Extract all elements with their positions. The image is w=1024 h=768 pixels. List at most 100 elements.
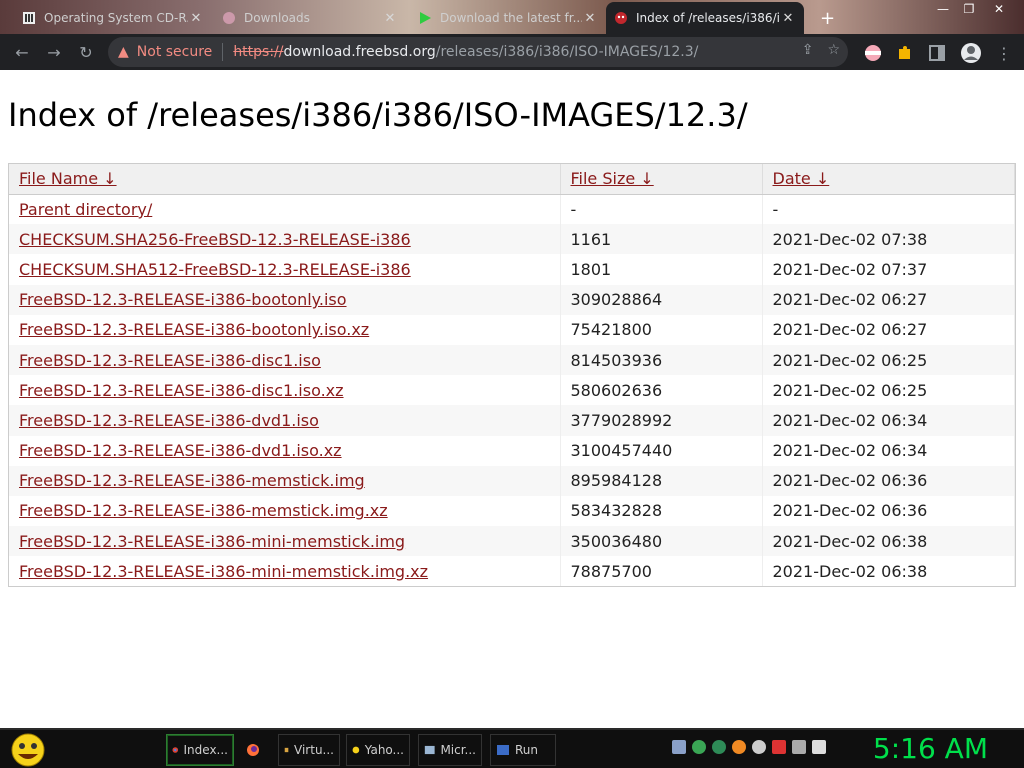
- file-link[interactable]: FreeBSD-12.3-RELEASE-i386-memstick.img.x…: [19, 501, 388, 520]
- file-date-cell: 2021-Dec-02 06:25: [762, 375, 1015, 406]
- sync-icon[interactable]: [712, 740, 726, 754]
- bookmark-star-icon[interactable]: ☆: [827, 42, 840, 58]
- task-firefox[interactable]: [240, 734, 272, 766]
- start-smiley-icon[interactable]: [8, 732, 48, 768]
- network-icon[interactable]: [672, 740, 686, 754]
- file-listing: File Name ↓ File Size ↓ Date ↓ Parent di…: [8, 163, 1016, 588]
- file-link[interactable]: FreeBSD-12.3-RELEASE-i386-dvd1.iso: [19, 411, 319, 430]
- file-date-cell: 2021-Dec-02 06:34: [762, 405, 1015, 436]
- table-row: FreeBSD-12.3-RELEASE-i386-mini-memstick.…: [9, 526, 1015, 557]
- flag-icon[interactable]: [772, 740, 786, 754]
- tab-operating-system[interactable]: Operating System CD-R... ✕: [14, 2, 212, 34]
- task-virtualbox[interactable]: Virtu...: [278, 734, 340, 766]
- table-row: FreeBSD-12.3-RELEASE-i386-bootonly.iso.x…: [9, 314, 1015, 345]
- file-name-cell: FreeBSD-12.3-RELEASE-i386-disc1.iso.xz: [9, 375, 561, 406]
- file-date-cell: 2021-Dec-02 06:38: [762, 526, 1015, 557]
- close-icon[interactable]: ✕: [582, 11, 598, 26]
- security-status[interactable]: Not secure: [137, 44, 213, 60]
- url-host: download.freebsd.org: [283, 44, 436, 60]
- file-link[interactable]: FreeBSD-12.3-RELEASE-i386-mini-memstick.…: [19, 532, 405, 551]
- tab-downloads[interactable]: Downloads ✕: [214, 2, 406, 34]
- freebsd-icon: [615, 12, 627, 24]
- reload-icon[interactable]: ↻: [70, 36, 102, 68]
- minimize-icon[interactable]: —: [930, 0, 956, 18]
- tab-label: Download the latest fr...: [440, 11, 582, 25]
- file-link[interactable]: FreeBSD-12.3-RELEASE-i386-disc1.iso.xz: [19, 381, 344, 400]
- menu-kebab-icon[interactable]: ⋮: [996, 44, 1012, 63]
- chrome-icon: [172, 747, 179, 753]
- file-link[interactable]: FreeBSD-12.3-RELEASE-i386-memstick.img: [19, 471, 365, 490]
- table-row: FreeBSD-12.3-RELEASE-i386-bootonly.iso 30…: [9, 284, 1015, 315]
- file-name-cell: FreeBSD-12.3-RELEASE-i386-memstick.img.x…: [9, 495, 561, 527]
- file-link[interactable]: FreeBSD-12.3-RELEASE-i386-disc1.iso: [19, 351, 321, 370]
- play-icon: [420, 12, 431, 24]
- column-header-date: Date ↓: [762, 164, 1015, 195]
- task-label: Run: [515, 743, 539, 757]
- table-header-row: File Name ↓ File Size ↓ Date ↓: [9, 164, 1015, 195]
- file-date-cell: 2021-Dec-02 06:36: [762, 465, 1015, 496]
- table-row: FreeBSD-12.3-RELEASE-i386-memstick.img.x…: [9, 495, 1015, 527]
- task-microsoft[interactable]: Micr...: [418, 734, 482, 766]
- file-link[interactable]: FreeBSD-12.3-RELEASE-i386-bootonly.iso.x…: [19, 320, 369, 339]
- file-date-cell: 2021-Dec-02 06:27: [762, 284, 1015, 315]
- file-link[interactable]: FreeBSD-12.3-RELEASE-i386-bootonly.iso: [19, 290, 347, 309]
- monitor-icon[interactable]: [792, 740, 806, 754]
- extensions-area: ⋮: [864, 42, 1012, 64]
- parent-directory-link[interactable]: Parent directory/: [19, 200, 152, 219]
- close-window-icon[interactable]: ✕: [986, 0, 1012, 18]
- forward-icon[interactable]: →: [38, 36, 70, 68]
- browser-toolbar: ← → ↻ ▲ Not secure https:// download.fre…: [0, 34, 1024, 70]
- table-row: CHECKSUM.SHA512-FreeBSD-12.3-RELEASE-i38…: [9, 254, 1015, 285]
- file-size-cell: 814503936: [560, 344, 763, 376]
- file-link[interactable]: FreeBSD-12.3-RELEASE-i386-mini-memstick.…: [19, 562, 428, 581]
- download-icon: [223, 12, 235, 24]
- page-title: Index of /releases/i386/i386/ISO-IMAGES/…: [8, 96, 748, 134]
- file-size-cell: 75421800: [560, 314, 763, 345]
- tab-download-latest[interactable]: Download the latest fr... ✕: [410, 2, 606, 34]
- file-name-cell: FreeBSD-12.3-RELEASE-i386-memstick.img: [9, 465, 561, 496]
- warning-icon: ▲: [118, 44, 129, 60]
- table-row: Parent directory/ - -: [9, 194, 1015, 225]
- close-icon[interactable]: ✕: [780, 11, 796, 26]
- table-row: FreeBSD-12.3-RELEASE-i386-disc1.iso.xz 58…: [9, 375, 1015, 406]
- file-name-cell: FreeBSD-12.3-RELEASE-i386-disc1.iso: [9, 344, 561, 376]
- close-icon[interactable]: ✕: [188, 11, 204, 26]
- puzzle-extension-icon[interactable]: [896, 44, 914, 62]
- task-run[interactable]: Run: [490, 734, 556, 766]
- file-size-cell: 3100457440: [560, 435, 763, 466]
- document-icon: [284, 747, 289, 753]
- divider: [222, 43, 224, 61]
- share-icon[interactable]: ⇪: [802, 42, 814, 58]
- avatar[interactable]: [960, 42, 982, 64]
- side-panel-icon[interactable]: [928, 44, 946, 62]
- file-link[interactable]: CHECKSUM.SHA256-FreeBSD-12.3-RELEASE-i38…: [19, 230, 411, 249]
- tab-index-of-releases[interactable]: Index of /releases/i386/i3 ✕: [606, 2, 804, 34]
- new-tab-button[interactable]: +: [812, 2, 840, 34]
- file-date-cell: 2021-Dec-02 07:38: [762, 224, 1015, 255]
- restore-icon[interactable]: ❐: [956, 0, 982, 18]
- file-link[interactable]: FreeBSD-12.3-RELEASE-i386-dvd1.iso.xz: [19, 441, 342, 460]
- sort-by-size-link[interactable]: File Size ↓: [571, 169, 654, 188]
- sort-by-name-link[interactable]: File Name ↓: [19, 169, 117, 188]
- close-icon[interactable]: ✕: [382, 11, 398, 26]
- address-bar[interactable]: ▲ Not secure https:// download.freebsd.o…: [108, 37, 848, 67]
- search-icon[interactable]: [732, 740, 746, 754]
- file-name-cell: CHECKSUM.SHA512-FreeBSD-12.3-RELEASE-i38…: [9, 254, 561, 285]
- task-label: Yaho...: [364, 743, 404, 757]
- volume-icon[interactable]: [812, 740, 826, 754]
- sort-by-date-link[interactable]: Date ↓: [773, 169, 830, 188]
- file-date-cell: 2021-Dec-02 06:36: [762, 495, 1015, 527]
- status-icon[interactable]: [752, 740, 766, 754]
- file-size-cell: 78875700: [560, 556, 763, 587]
- back-icon[interactable]: ←: [6, 36, 38, 68]
- globe-icon[interactable]: [692, 740, 706, 754]
- task-label: Virtu...: [294, 743, 334, 757]
- file-name-cell: FreeBSD-12.3-RELEASE-i386-bootonly.iso: [9, 284, 561, 315]
- file-size-cell: 309028864: [560, 284, 763, 315]
- clock[interactable]: 5:16 AM: [873, 732, 988, 765]
- file-link[interactable]: CHECKSUM.SHA512-FreeBSD-12.3-RELEASE-i38…: [19, 260, 411, 279]
- file-size-cell: 1161: [560, 224, 763, 255]
- task-yahoo[interactable]: Yaho...: [346, 734, 410, 766]
- profile-flag-icon[interactable]: [864, 44, 882, 62]
- task-browser-index[interactable]: Index...: [166, 734, 234, 766]
